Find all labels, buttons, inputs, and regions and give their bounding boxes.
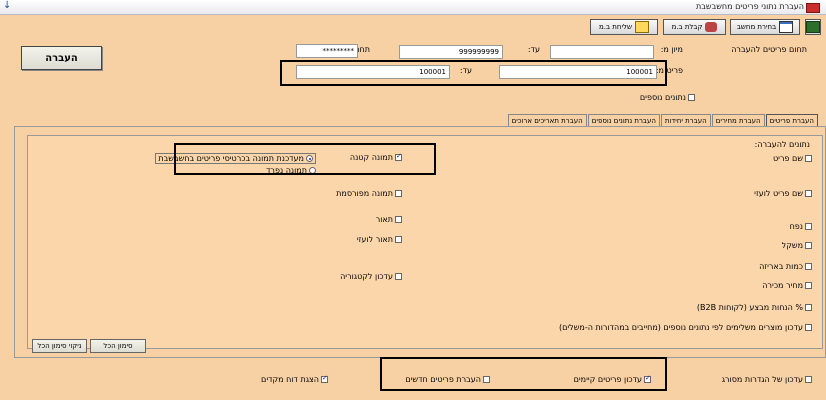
send-button[interactable]: שליחת ב.מ <box>590 19 658 35</box>
extra-data-option[interactable]: נתונים נוספים <box>640 93 695 102</box>
highlight-transfer-mode <box>380 357 667 391</box>
sale-price-label: מחיר מכירה <box>762 281 803 290</box>
transfer-button[interactable]: העברה <box>21 46 102 70</box>
extra-data-checkbox[interactable] <box>688 94 695 101</box>
published-image-label: תמונה מפורסמת <box>336 189 393 198</box>
option-foreign-description[interactable]: תאור לועזי <box>357 235 402 244</box>
option-pack-qty[interactable]: כמות באריזה <box>759 262 812 271</box>
option-category[interactable]: עדכון לקטגוריה <box>340 272 402 281</box>
title-bar: ↓ העברת נתוני פריטים מחשבשבת <box>0 0 826 15</box>
item-range-label: תחום פריטים להעברה <box>731 45 807 54</box>
option-description[interactable]: תאור <box>376 215 402 224</box>
tab-strip: העברת פריטים העברת מחירים העברת יחידות ה… <box>507 114 818 126</box>
to-label: עד: <box>527 45 540 54</box>
b2b-discount-checkbox[interactable] <box>805 304 812 311</box>
foreign-description-checkbox[interactable] <box>395 236 402 243</box>
tab-extra-data[interactable]: העברת נתונים נוספים <box>587 114 660 126</box>
show-report-label: הצגת דוח מקדים <box>261 375 319 384</box>
category-checkbox[interactable] <box>395 273 402 280</box>
show-report-checkbox[interactable] <box>321 374 328 383</box>
computer-icon <box>779 21 794 33</box>
receive-icon <box>705 22 718 32</box>
foreign-description-label: תאור לועזי <box>356 235 393 244</box>
highlight-image-options <box>174 143 436 175</box>
weight-label: משקל <box>781 241 803 250</box>
exit-button[interactable] <box>805 19 821 35</box>
option-b2b-discount[interactable]: % הנחות מבצע (לקוחות B2B) <box>697 303 812 312</box>
select-computer-label: בחירת מחשב <box>736 23 777 31</box>
option-published-image[interactable]: תמונה מפורסמת <box>336 189 402 198</box>
option-update-settings[interactable]: עדכון של הגדרות מסורג <box>722 375 812 384</box>
extra-data-label: נתונים נוספים <box>639 93 686 102</box>
description-label: תאור <box>375 215 393 224</box>
highlight-item-range <box>280 60 667 86</box>
item-name-checkbox[interactable] <box>805 155 812 162</box>
exit-icon <box>806 21 820 33</box>
pack-qty-checkbox[interactable] <box>805 263 812 270</box>
receive-button[interactable]: קבלת ב.מ <box>663 19 726 35</box>
option-item-name[interactable]: שם פריט <box>773 154 812 163</box>
mail-icon <box>634 21 649 33</box>
option-weight[interactable]: משקל <box>782 241 812 250</box>
complementary-label: עדכון מוצרים משלימים לפי נתונים נוספים (… <box>558 323 803 332</box>
password-input[interactable]: ********* <box>296 44 358 58</box>
minimize-icon[interactable]: ↓ <box>3 0 11 11</box>
option-complementary[interactable]: עדכון מוצרים משלימים לפי נתונים נוספים (… <box>559 323 812 332</box>
send-label: שליחת ב.מ <box>599 23 632 31</box>
weight-checkbox[interactable] <box>805 242 812 249</box>
complementary-checkbox[interactable] <box>805 324 812 331</box>
app-icon <box>806 3 820 13</box>
description-checkbox[interactable] <box>395 216 402 223</box>
tab-long-dates[interactable]: העברת תאריכים ארוכים <box>507 114 587 126</box>
tab-prices[interactable]: העברת מחירים <box>711 114 765 126</box>
section-title: נתונים להעברה: <box>754 140 810 149</box>
sale-price-checkbox[interactable] <box>805 282 812 289</box>
b2b-discount-label: % הנחות מבצע (לקוחות B2B) <box>696 303 803 312</box>
receive-label: קבלת ב.מ <box>671 23 703 31</box>
update-settings-label: עדכון של הגדרות מסורג <box>721 375 803 384</box>
select-all-button[interactable]: סימון הכל <box>90 339 146 353</box>
item-foreign-name-label: שם פריט לועזי <box>754 189 803 198</box>
clear-all-button[interactable]: ניקוי סימון הכל <box>32 339 87 353</box>
option-volume[interactable]: נפח <box>790 222 812 231</box>
sort-from-input[interactable] <box>550 45 654 59</box>
category-label: עדכון לקטגוריה <box>340 272 393 281</box>
option-show-report[interactable]: הצגת דוח מקדים <box>261 374 328 384</box>
update-settings-checkbox[interactable] <box>805 376 812 383</box>
volume-label: נפח <box>789 222 803 231</box>
option-item-foreign-name[interactable]: שם פריט לועזי <box>754 189 812 198</box>
sort-to-input[interactable]: 999999999 <box>399 45 503 59</box>
select-computer-button[interactable]: בחירת מחשב <box>730 19 800 35</box>
published-image-checkbox[interactable] <box>395 190 402 197</box>
window-title: העברת נתוני פריטים מחשבשבת <box>696 2 804 11</box>
volume-checkbox[interactable] <box>805 223 812 230</box>
sort-label: מיון מ: <box>660 45 683 54</box>
pack-qty-label: כמות באריזה <box>759 262 803 271</box>
item-foreign-name-checkbox[interactable] <box>805 190 812 197</box>
tab-units[interactable]: העברת יחידות <box>660 114 711 126</box>
item-name-label: שם פריט <box>772 154 803 163</box>
option-sale-price[interactable]: מחיר מכירה <box>762 281 812 290</box>
tab-items[interactable]: העברת פריטים <box>765 114 818 126</box>
